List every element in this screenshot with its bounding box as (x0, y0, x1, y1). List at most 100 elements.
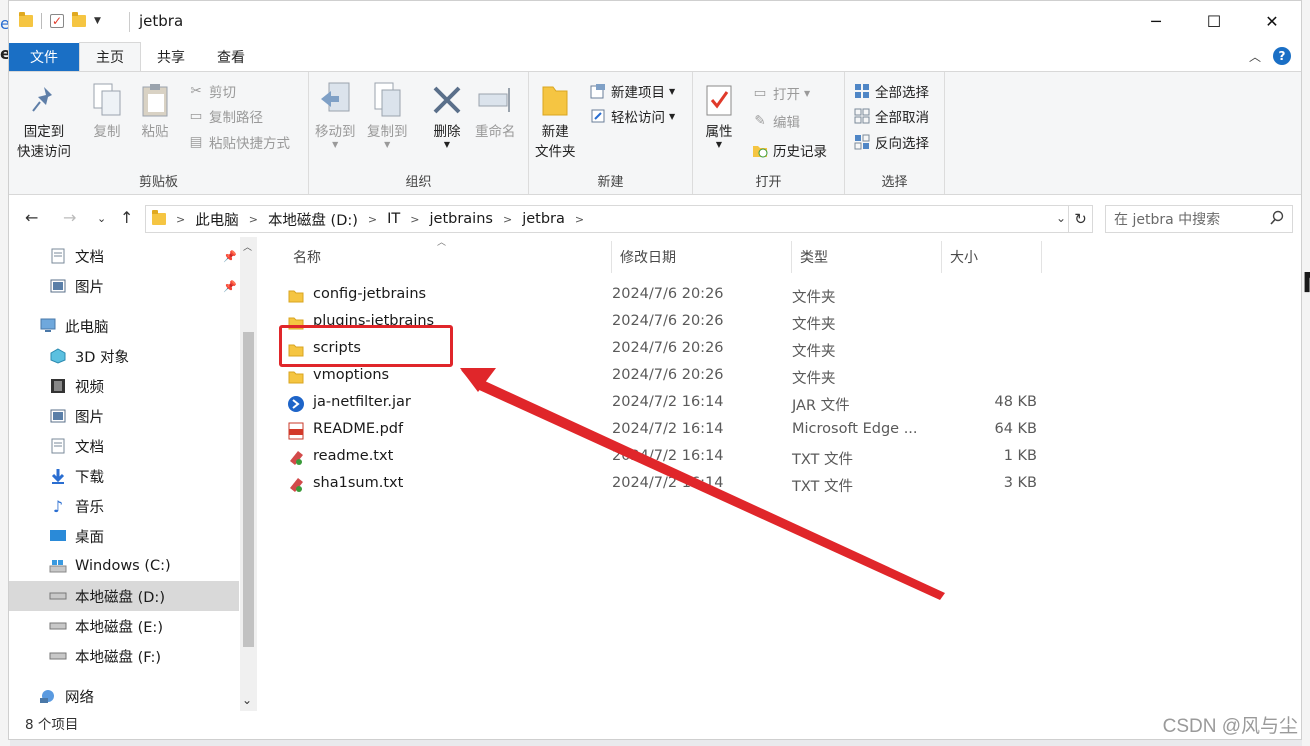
move-to-button[interactable]: 移动到 ▼ (315, 80, 356, 149)
desktop-icon (49, 527, 67, 545)
file-row[interactable]: vmoptions 2024/7/6 20:26 文件夹 (277, 363, 1037, 390)
breadcrumb-it[interactable]: IT (383, 211, 404, 227)
ribbon-tabs: 文件 主页 共享 查看 ︿ ? (9, 42, 1301, 71)
close-button[interactable]: ✕ (1243, 1, 1301, 41)
breadcrumb-jetbra[interactable]: jetbra (518, 211, 569, 227)
nav-item-documents[interactable]: 文档 📌 (49, 241, 239, 271)
rename-button[interactable]: 重命名 (475, 80, 516, 142)
tab-file[interactable]: 文件 (9, 43, 79, 71)
nav-item-network[interactable]: 网络 (39, 681, 239, 711)
picture-icon (49, 277, 67, 295)
edit-button[interactable]: ✎ 编辑 (751, 110, 800, 132)
tab-home[interactable]: 主页 (79, 42, 141, 71)
new-folder-icon[interactable] (72, 12, 86, 27)
breadcrumb-chevron-icon[interactable]: > (497, 213, 518, 226)
address-dropdown-icon[interactable]: ⌄ (1056, 211, 1066, 225)
nav-item-drive-d[interactable]: 本地磁盘 (D:) (9, 581, 239, 611)
pdf-icon (287, 422, 305, 440)
easy-access-button[interactable]: 轻松访问 ▼ (589, 105, 675, 127)
breadcrumb-chevron-icon[interactable]: > (362, 213, 383, 226)
back-arrow-icon[interactable]: ← (25, 208, 38, 227)
customize-dropdown-icon[interactable]: ▼ (94, 16, 101, 26)
search-placeholder: 在 jetbra 中搜索 (1114, 212, 1221, 228)
column-header-date[interactable]: 修改日期 (612, 241, 792, 273)
pin-label-2: 快速访问 (17, 144, 71, 160)
file-row[interactable]: sha1sum.txt 2024/7/2 16:14 TXT 文件 3 KB (277, 471, 1037, 498)
copy-to-label: 复制到 (367, 124, 408, 140)
search-input[interactable]: 在 jetbra 中搜索 (1105, 205, 1293, 233)
recent-locations-chevron-icon[interactable]: ⌄ (97, 212, 106, 225)
forward-arrow-icon[interactable]: → (63, 208, 76, 227)
nav-item-music[interactable]: ♪ 音乐 (49, 491, 239, 521)
nav-pane-scrollbar[interactable]: ︿ ⌄ (240, 237, 257, 711)
new-folder-button[interactable]: 新建 文件夹 (535, 80, 576, 162)
tab-view[interactable]: 查看 (201, 43, 261, 71)
properties-check-icon[interactable]: ✓ (50, 14, 64, 28)
file-row[interactable]: config-jetbrains 2024/7/6 20:26 文件夹 (277, 282, 1037, 309)
copy-to-button[interactable]: 复制到 ▼ (367, 80, 408, 149)
address-bar[interactable]: > 此电脑 > 本地磁盘 (D:) > IT > jetbrains > jet… (145, 205, 1093, 233)
scroll-up-icon[interactable]: ︿ (243, 240, 252, 253)
nav-item-label: 音乐 (75, 499, 104, 516)
column-header-name[interactable]: 名称 (285, 241, 612, 273)
breadcrumb-chevron-icon[interactable]: > (243, 213, 264, 226)
paste-button[interactable]: 粘贴 (137, 80, 173, 142)
maximize-button[interactable]: ☐ (1185, 1, 1243, 41)
column-header-type[interactable]: 类型 (792, 241, 942, 273)
paste-shortcut-button[interactable]: ▤ 粘贴快捷方式 (187, 131, 290, 153)
explorer-window: ✓ ▼ jetbra ─ ☐ ✕ 文件 主页 共享 查看 ︿ ? 固定到 快速访… (8, 0, 1302, 740)
nav-item-label: 3D 对象 (75, 349, 129, 366)
column-header-size[interactable]: 大小 (942, 241, 1042, 273)
history-button[interactable]: 历史记录 (751, 139, 827, 161)
file-row[interactable]: ja-netfilter.jar 2024/7/2 16:14 JAR 文件 4… (277, 390, 1037, 417)
computer-icon (39, 317, 57, 335)
nav-item-documents-pc[interactable]: 文档 (49, 431, 239, 461)
invert-selection-button[interactable]: 反向选择 (853, 131, 929, 153)
properties-button[interactable]: 属性 ▼ (701, 80, 737, 149)
breadcrumb-chevron-icon[interactable]: > (404, 213, 425, 226)
open-button[interactable]: ▭ 打开 ▼ (751, 82, 811, 104)
nav-item-videos[interactable]: 视频 (49, 371, 239, 401)
file-row[interactable]: README.pdf 2024/7/2 16:14 Microsoft Edge… (277, 417, 1037, 444)
pin-to-quick-access-button[interactable]: 固定到 快速访问 (17, 80, 71, 162)
rename-label: 重命名 (475, 124, 516, 140)
nav-item-pictures[interactable]: 图片 📌 (49, 271, 239, 301)
network-icon (39, 687, 57, 705)
breadcrumb-jetbrains[interactable]: jetbrains (426, 211, 497, 227)
nav-item-drive-e[interactable]: 本地磁盘 (E:) (49, 611, 239, 641)
nav-item-3d-objects[interactable]: 3D 对象 (49, 341, 239, 371)
rename-icon (477, 80, 513, 120)
scroll-down-icon[interactable]: ⌄ (242, 693, 252, 707)
nav-item-drive-c[interactable]: Windows (C:) (49, 551, 239, 581)
nav-item-pictures-pc[interactable]: 图片 (49, 401, 239, 431)
nav-item-desktop[interactable]: 桌面 (49, 521, 239, 551)
breadcrumb-drive-d[interactable]: 本地磁盘 (D:) (264, 209, 362, 230)
delete-button[interactable]: 删除 ▼ (429, 80, 465, 149)
select-none-button[interactable]: 全部取消 (853, 105, 929, 127)
minimize-button[interactable]: ─ (1127, 1, 1185, 41)
up-arrow-icon[interactable]: ↑ (120, 208, 133, 227)
new-item-button[interactable]: 新建项目 ▼ (589, 80, 675, 102)
select-all-button[interactable]: 全部选择 (853, 80, 929, 102)
nav-item-downloads[interactable]: 下载 (49, 461, 239, 491)
breadcrumb-chevron-icon[interactable]: > (569, 213, 590, 226)
folder-icon (287, 287, 305, 305)
refresh-icon[interactable]: ↻ (1068, 206, 1092, 232)
move-to-icon (317, 80, 353, 120)
help-icon[interactable]: ? (1273, 47, 1291, 65)
breadcrumb-this-pc[interactable]: 此电脑 (191, 209, 243, 230)
file-row[interactable]: readme.txt 2024/7/2 16:14 TXT 文件 1 KB (277, 444, 1037, 471)
tab-share[interactable]: 共享 (141, 43, 201, 71)
collapse-ribbon-icon[interactable]: ︿ (1249, 48, 1261, 65)
scrollbar-thumb[interactable] (243, 332, 254, 647)
copy-button[interactable]: 复制 (89, 80, 125, 142)
drive-icon (49, 587, 67, 605)
nav-item-this-pc[interactable]: 此电脑 (39, 311, 239, 341)
group-label-open: 打开 (755, 175, 782, 190)
cut-button[interactable]: ✂ 剪切 (187, 80, 236, 102)
copy-path-button[interactable]: ▭ 复制路径 (187, 105, 263, 127)
file-type: 文件夹 (792, 317, 836, 333)
nav-item-drive-f[interactable]: 本地磁盘 (F:) (49, 641, 239, 671)
breadcrumb-chevron-icon[interactable]: > (170, 213, 191, 226)
delete-x-icon (429, 80, 465, 120)
